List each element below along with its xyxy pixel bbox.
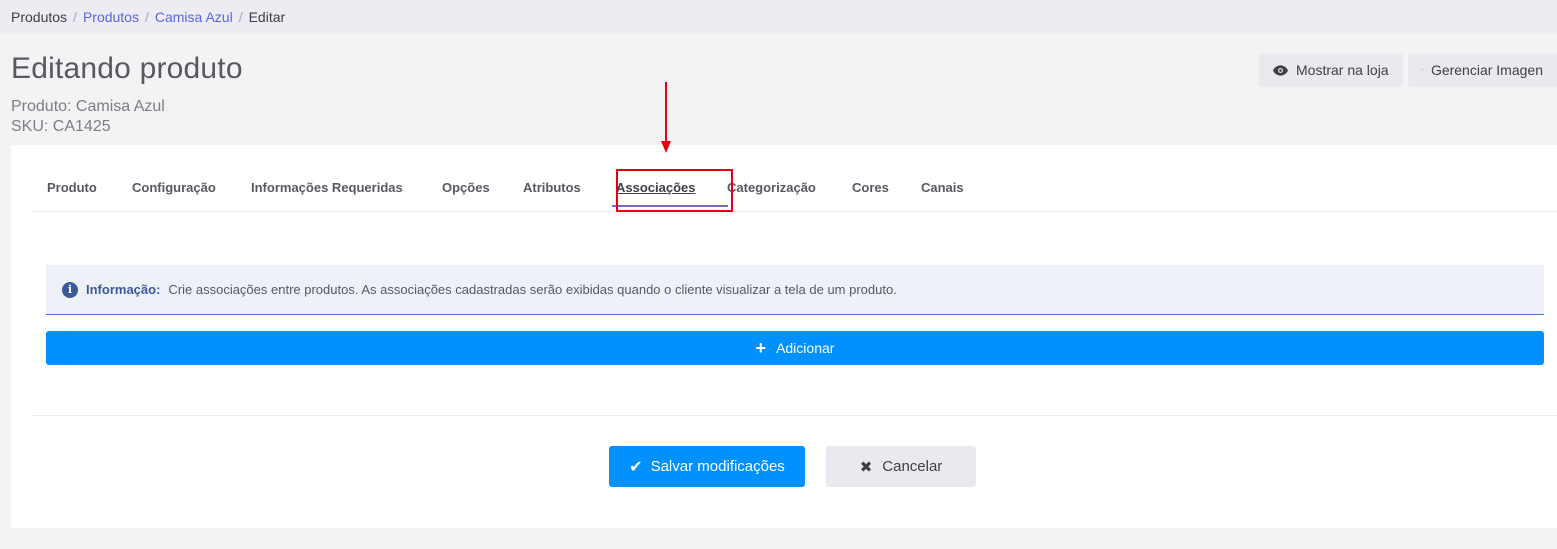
breadcrumb-separator: /: [73, 8, 77, 25]
tab-associacoes[interactable]: Associações: [616, 180, 696, 195]
info-icon: i: [62, 281, 78, 298]
manage-images-label: Gerenciar Imagen: [1430, 62, 1543, 78]
show-in-store-button[interactable]: Mostrar na loja: [1259, 53, 1403, 87]
active-tab-indicator: [612, 205, 728, 207]
tab-produto[interactable]: Produto: [47, 180, 97, 195]
info-alert: i Informação: Crie associações entre pro…: [46, 265, 1544, 315]
tab-canais[interactable]: Canais: [921, 180, 964, 195]
tab-atributos[interactable]: Atributos: [523, 180, 581, 195]
page-title: Editando produto: [11, 52, 243, 85]
plus-icon: +: [755, 338, 767, 358]
breadcrumb-link-produtos[interactable]: Produtos: [83, 9, 139, 25]
tab-configuracao[interactable]: Configuração: [132, 180, 216, 195]
product-edit-card: Produto Configuração Informações Requeri…: [11, 82, 1557, 528]
info-title: Informação:: [86, 282, 161, 297]
add-association-button[interactable]: + Adicionar: [46, 331, 1544, 365]
save-changes-button[interactable]: ✔ Salvar modificações: [609, 446, 805, 487]
close-icon: ✖: [859, 458, 873, 476]
annotation-arrow-head: [661, 141, 671, 153]
show-in-store-label: Mostrar na loja: [1296, 62, 1389, 78]
save-changes-label: Salvar modificações: [650, 458, 785, 475]
breadcrumb: Produtos / Produtos / Camisa Azul / Edit…: [0, 0, 1557, 33]
tab-informacoes-requeridas[interactable]: Informações Requeridas: [251, 180, 403, 195]
product-name-line: Produto: Camisa Azul: [11, 98, 165, 115]
image-icon: [1422, 69, 1423, 71]
cancel-label: Cancelar: [882, 458, 943, 475]
tab-cores[interactable]: Cores: [852, 180, 889, 195]
add-association-label: Adicionar: [776, 340, 835, 356]
eye-icon: [1273, 64, 1288, 76]
footer-divider: [31, 415, 1557, 416]
tab-opcoes[interactable]: Opções: [442, 180, 490, 195]
annotation-arrow-line: [665, 82, 667, 146]
info-text: Crie associações entre produtos. As asso…: [168, 282, 897, 297]
product-tabs: Produto Configuração Informações Requeri…: [31, 82, 1557, 212]
tab-categorizacao[interactable]: Categorização: [727, 180, 816, 195]
breadcrumb-link-camisa-azul[interactable]: Camisa Azul: [155, 9, 233, 25]
breadcrumb-separator: /: [238, 8, 243, 25]
breadcrumb-separator: /: [144, 8, 149, 25]
breadcrumb-item-produtos-root: Produtos: [11, 8, 68, 25]
cancel-button[interactable]: ✖ Cancelar: [826, 446, 976, 487]
check-icon: ✔: [629, 458, 643, 476]
manage-images-button[interactable]: Gerenciar Imagen: [1408, 53, 1557, 87]
product-sku-line: SKU: CA1425: [11, 118, 111, 135]
breadcrumb-item-editar: Editar: [248, 8, 286, 25]
